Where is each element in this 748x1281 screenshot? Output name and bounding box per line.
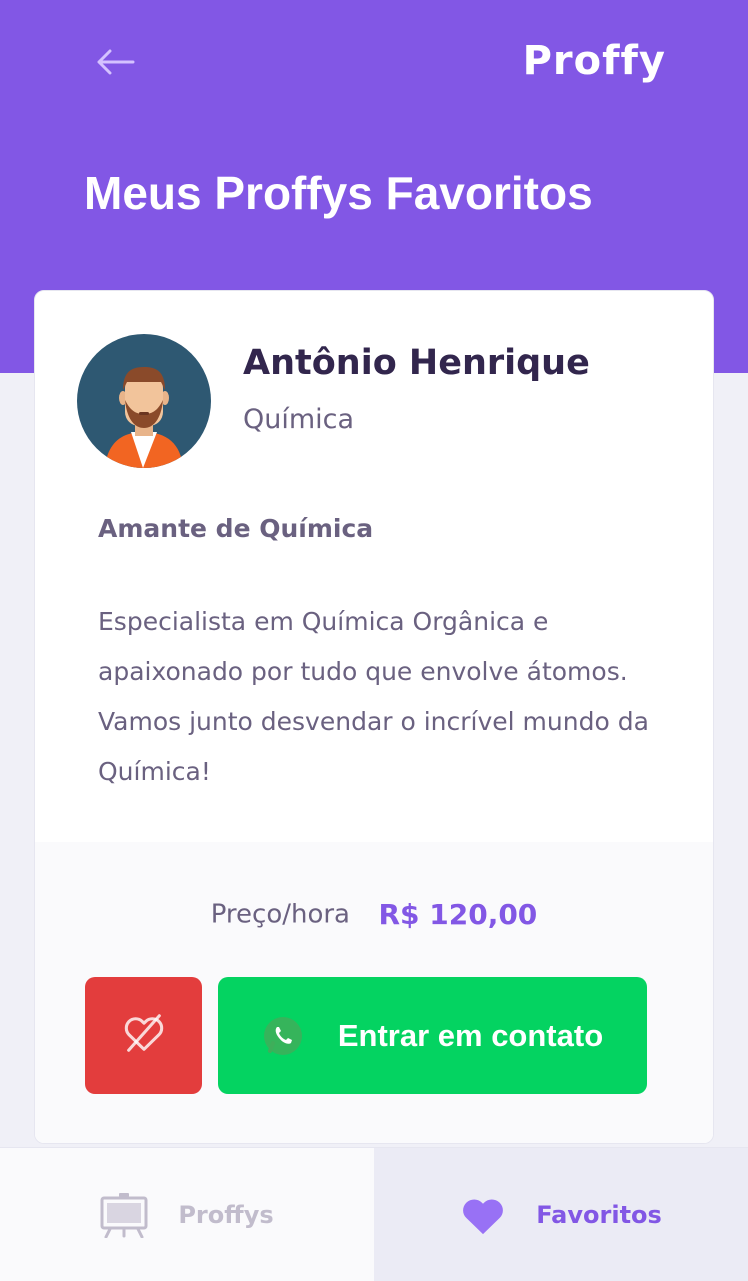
- heart-icon: [460, 1194, 506, 1236]
- tab-favoritos-label: Favoritos: [536, 1200, 662, 1229]
- avatar: [77, 334, 211, 468]
- easel-icon: [100, 1192, 148, 1238]
- tab-proffys-label: Proffys: [178, 1200, 274, 1229]
- contact-button-label: Entrar em contato: [337, 1017, 604, 1053]
- card-footer: Preço/hora R$ 120,00 Entrar em contato: [35, 842, 713, 1143]
- bottom-tab-bar: Proffys Favoritos: [0, 1147, 748, 1281]
- contact-button[interactable]: Entrar em contato: [218, 977, 647, 1094]
- bio-text: Especialista em Química Orgânica e apaix…: [98, 607, 649, 786]
- price-value: R$ 120,00: [378, 898, 538, 931]
- whatsapp-icon: [262, 1015, 304, 1057]
- price-row: Preço/hora R$ 120,00: [35, 898, 713, 931]
- page-title: Meus Proffys Favoritos: [84, 167, 593, 219]
- tab-proffys[interactable]: Proffys: [0, 1148, 374, 1281]
- unfavorite-button[interactable]: [85, 977, 202, 1094]
- teacher-card: Antônio Henrique Química Amante de Quími…: [34, 290, 714, 1144]
- price-label: Preço/hora: [210, 899, 350, 930]
- back-button[interactable]: [90, 42, 140, 86]
- teacher-name: Antônio Henrique: [243, 343, 590, 383]
- proffy-logo: Proffy: [522, 38, 666, 84]
- arrow-left-icon: [95, 49, 135, 80]
- tab-favoritos[interactable]: Favoritos: [374, 1148, 748, 1281]
- teacher-subject: Química: [243, 404, 355, 435]
- bio-title: Amante de Química: [98, 514, 374, 543]
- heart-outline-crossed-icon: [121, 1010, 167, 1061]
